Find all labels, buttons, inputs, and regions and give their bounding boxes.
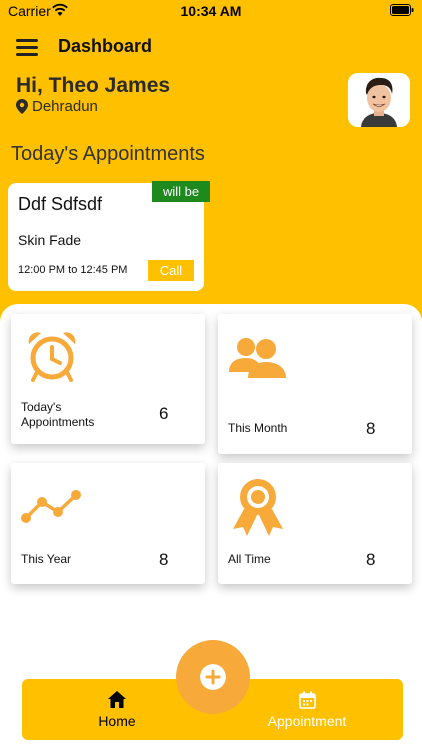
section-title: Today's Appointments [11,143,205,165]
status-badge: will be [152,181,210,202]
avatar[interactable] [348,73,410,127]
stat-label: All Time [228,552,271,566]
user-greeting: Hi, Theo James [16,74,171,97]
tab-home[interactable]: Home [42,679,192,740]
avatar-illustration [348,73,410,127]
users-icon [229,338,286,378]
stat-card-all-time[interactable]: All Time 8 [218,463,412,584]
plus-icon [200,664,226,690]
stat-card-today[interactable]: Today's Appointments 6 [11,314,205,444]
hamburger-menu-icon[interactable] [16,39,38,56]
stat-label-line1: Today's [21,400,62,414]
trend-line-icon [21,490,81,523]
calendar-icon [298,691,316,709]
stat-value: 6 [159,404,169,423]
tab-appointment-label: Appointment [267,713,347,729]
page-title: Dashboard [58,36,153,56]
tab-home-label: Home [98,713,136,729]
stat-label: This Month [228,421,288,435]
location-pin-icon [16,99,28,114]
stat-value: 8 [366,419,376,438]
home-icon [108,691,126,708]
appointment-time: 12:00 PM to 12:45 PM [18,264,128,276]
battery-icon [390,4,414,16]
stat-card-month[interactable]: This Month 8 [218,314,412,454]
status-bar: Carrier 10:34 AM [0,0,422,22]
stat-card-year[interactable]: This Year 8 [11,463,205,584]
customer-name: Ddf Sdfsdf [18,194,103,214]
call-button[interactable]: Call [148,260,194,281]
alarm-clock-icon [28,332,76,382]
award-ribbon-icon [233,479,283,536]
stat-label-line2: Appointments [21,415,95,429]
add-appointment-button[interactable] [176,640,250,714]
clock: 10:34 AM [180,3,242,19]
user-location: Dehradun [16,98,98,115]
stat-value: 8 [159,550,169,569]
stat-label: This Year [21,552,72,566]
location-label: Dehradun [32,98,98,115]
stat-value: 8 [366,550,376,569]
service-name: Skin Fade [18,232,82,248]
tab-appointment[interactable]: Appointment [232,679,382,740]
appointment-card[interactable]: will be Ddf Sdfsdf Skin Fade 12:00 PM to… [8,181,210,291]
